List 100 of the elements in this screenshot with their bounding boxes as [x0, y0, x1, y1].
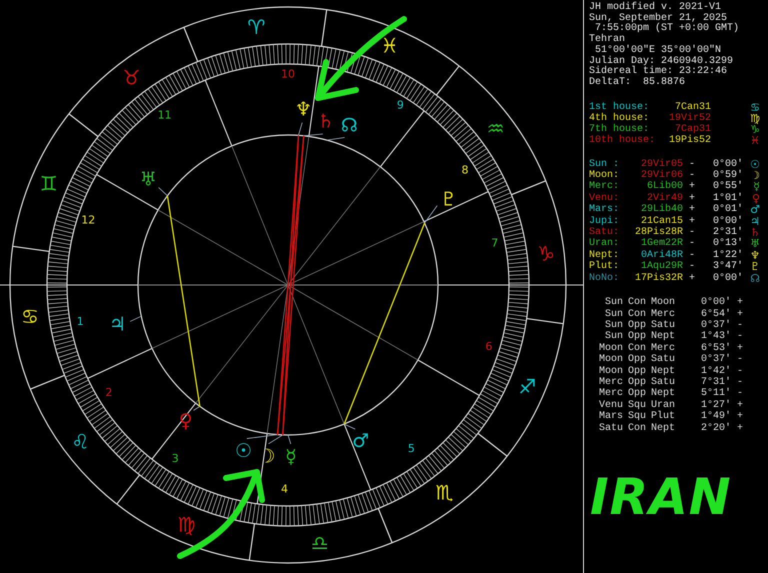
info-line: Sun, September 21, 2025	[589, 14, 728, 24]
info-line: DeltaT: 85.8876	[589, 78, 686, 89]
info-line: Julian Day: 2460940.3299	[589, 56, 734, 67]
planet-symbol: ☉	[234, 440, 252, 462]
planet-symbol: ♆	[294, 98, 312, 121]
planet-name: Mars:	[589, 204, 620, 216]
planet-position: 28Pis28R	[634, 227, 683, 238]
planet-name: Uran:	[589, 238, 620, 250]
planet-name: Plut:	[589, 261, 620, 273]
planet-position: 17Pis32R	[634, 272, 683, 284]
planet-offset: 0°00'	[712, 272, 743, 284]
aspect-planet: Satu	[651, 376, 676, 388]
aspect-sign: +	[736, 342, 744, 354]
aspect-sign: +	[736, 411, 744, 423]
planet-symbol: ☉	[750, 158, 760, 170]
planet-position: 0Ari48R	[640, 250, 683, 261]
zodiac-sign-symbol: ♑	[537, 241, 556, 266]
planet-symbol: ☽	[258, 446, 276, 468]
zodiac-sign-symbol: ♊	[40, 171, 58, 196]
zodiac-sign-symbol: ♎	[310, 531, 329, 556]
house-number: 5	[408, 442, 415, 456]
planet-symbol: ♂	[750, 204, 760, 216]
planet-symbol: ♃	[750, 216, 760, 228]
planet-offset: 3°47'	[712, 261, 743, 272]
planet-position: 6Lib00	[646, 181, 683, 192]
aspect-sign: +	[736, 400, 744, 412]
aspect-type: Con	[626, 342, 647, 354]
aspect-planet: Uran	[651, 400, 676, 411]
zodiac-sign-symbol: ♌	[71, 429, 90, 454]
house-position: 7Can31	[674, 102, 711, 113]
planet-symbol: ☽	[750, 170, 760, 182]
info-line: 51°00'00"E 35°00'00"N	[595, 46, 722, 56]
planet-offset: 0°00'	[712, 216, 743, 227]
aspect-type: Opp	[626, 388, 647, 400]
planet-offset: 1°01'	[712, 192, 743, 204]
sign-symbol: ♍	[750, 112, 760, 124]
planet-position: 29Vir05	[640, 158, 683, 170]
aspect-sign: -	[736, 376, 744, 388]
planet-symbol: ♂	[352, 430, 370, 452]
aspect-orb: 6°53'	[700, 342, 731, 354]
planet-offset: 0°00'	[712, 158, 743, 170]
planet-symbol: ♄	[317, 110, 334, 132]
aspect-orb: 1°27'	[700, 400, 731, 411]
aspect-planet: Moon	[598, 366, 623, 377]
aspect-planet: Moon	[598, 342, 623, 354]
aspect-planet: Sun	[604, 297, 623, 308]
aspect-planet: Venu	[598, 400, 623, 411]
aspect-planet: Mars	[598, 411, 623, 423]
aspect-orb: 0°37'	[700, 320, 731, 331]
house-label: 10th house:	[589, 134, 655, 146]
house-number: 7	[491, 236, 498, 250]
motion-sign: -	[688, 238, 696, 250]
zodiac-sign-symbol: ♐	[518, 374, 536, 399]
zodiac-sign-symbol: ♏	[436, 480, 454, 505]
planet-name: Sun :	[589, 158, 620, 170]
aspect-planet: Moon	[651, 297, 676, 308]
planet-offset: 0°13'	[712, 238, 743, 250]
planet-symbol: ♆	[750, 250, 760, 262]
aspect-sign: -	[736, 388, 744, 400]
aspect-planet: Plut	[651, 411, 676, 423]
planet-position: 1Gem22R	[640, 238, 683, 250]
house-position: 19Pis52	[668, 134, 711, 146]
aspect-type: Opp	[626, 331, 647, 343]
motion-sign: +	[688, 181, 696, 193]
zodiac-sign-symbol: ♈	[247, 14, 266, 39]
info-line: 7:55:00pm (ST +0:00 GMT)	[595, 24, 740, 34]
planet-position: 2Vir49	[646, 192, 683, 204]
aspect-orb: 1°42'	[700, 366, 731, 377]
aspect-planet: Satu	[598, 422, 623, 434]
house-label: 7th house:	[589, 124, 650, 135]
planet-name: Merc:	[589, 181, 620, 193]
zodiac-sign-symbol: ♓	[380, 34, 399, 58]
zodiac-sign-symbol: ♍	[177, 512, 196, 536]
aspect-orb: 7°31'	[700, 376, 731, 388]
aspect-planet: Nept	[651, 388, 676, 400]
planet-symbol: ♅	[140, 168, 157, 191]
motion-sign: +	[688, 204, 696, 216]
aspect-sign: -	[736, 331, 744, 343]
planet-offset: 0°01'	[712, 204, 743, 216]
aspect-sign: -	[736, 354, 744, 366]
planet-symbol: ♅	[750, 238, 760, 250]
aspect-type: Squ	[626, 411, 647, 423]
house-number: 9	[396, 98, 404, 112]
zodiac-sign-symbol: ♒	[486, 116, 505, 141]
planet-symbol: ☊	[750, 272, 760, 284]
info-line: Tehran	[589, 35, 626, 46]
planet-offset: 0°59'	[712, 170, 743, 182]
aspect-type: Con	[626, 308, 647, 320]
planet-offset: 0°55'	[712, 181, 743, 192]
sign-symbol: ♋	[750, 102, 760, 113]
aspect-orb: 0°37'	[700, 354, 731, 366]
house-position: 7Cap31	[674, 124, 711, 135]
planet-position: 29Vir06	[640, 170, 683, 182]
aspect-planet: Sun	[604, 320, 623, 331]
aspect-planet: Satu	[651, 354, 676, 366]
planet-name: Moon:	[589, 170, 620, 182]
planet-name: Jupi:	[589, 216, 620, 227]
aspect-orb: 6°54'	[700, 308, 731, 320]
aspect-planet: Merc	[598, 376, 623, 388]
house-number: 8	[461, 164, 468, 177]
